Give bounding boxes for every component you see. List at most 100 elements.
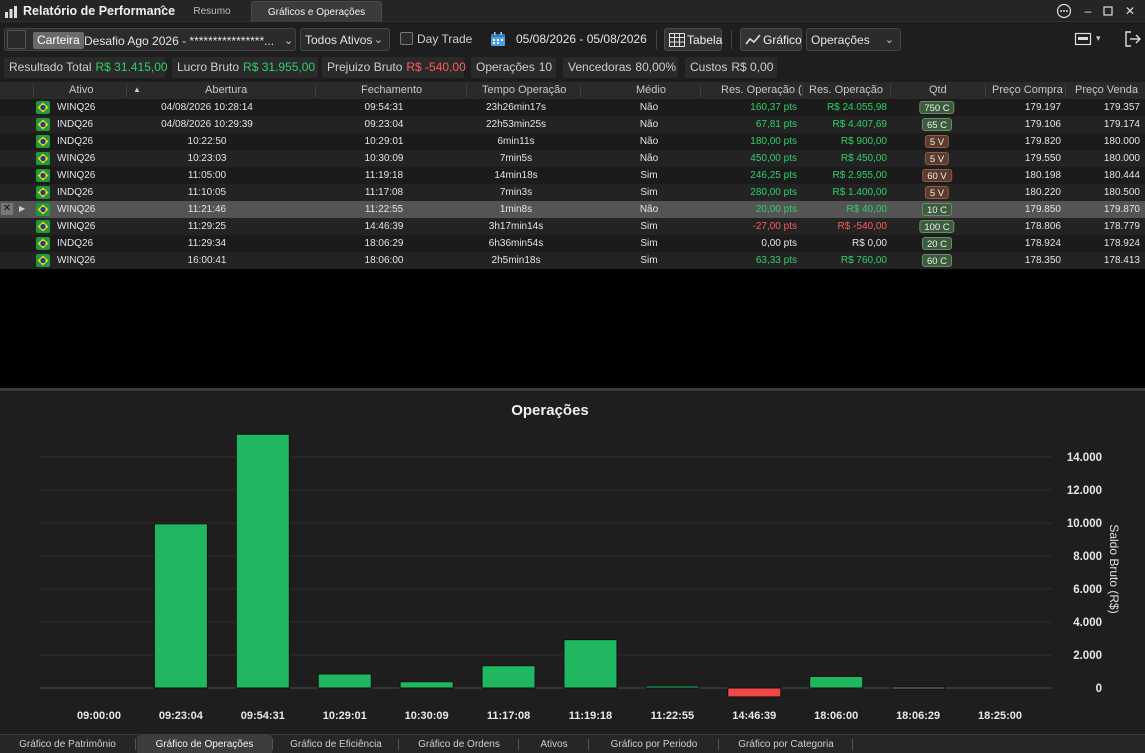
cell-preco-compra: 179.820 [1024,136,1061,147]
brazil-flag-icon [36,169,50,182]
cell-abertura: 16:00:41 [187,255,227,266]
calendar-icon[interactable] [490,31,506,47]
chart-bar[interactable] [399,681,454,689]
grafico-button[interactable]: Gráfico [740,28,802,51]
column-header-tempo[interactable]: Tempo Operação [482,84,566,96]
column-header-medio[interactable]: Médio [636,84,666,96]
stat-value: 80,00% [635,60,677,74]
cell-abertura: 11:10:05 [187,187,227,198]
close-icon[interactable]: ✕ [1122,3,1138,19]
cell-preco-venda: 178.779 [1103,221,1140,232]
carteira-select[interactable]: Carteira Desafio Ago 2026 - ************… [4,28,296,51]
cell-res-pts: 20,00 pts [755,204,797,215]
column-divider [700,84,701,97]
cell-ativo: WINQ26 [57,170,96,181]
tab-grafico-ordens[interactable]: Gráfico de Ordens [400,735,518,753]
cell-fechamento: 10:29:01 [364,136,404,147]
qtd-badge: 65 C [921,118,953,131]
chevron-up-icon[interactable]: ⌃ [158,3,168,17]
brazil-flag-icon [36,118,50,131]
chart-bar[interactable] [645,685,700,689]
chart-bar[interactable] [727,687,782,698]
table-row[interactable]: WINQ26 04/08/2026 10:28:14 09:54:31 23h26mi… [0,99,1145,116]
brazil-flag-icon [36,254,50,267]
cell-res-brl: R$ 0,00 [851,238,887,249]
column-header-ativo[interactable]: Ativo [69,84,93,96]
column-divider [126,84,127,97]
cell-res-brl: R$ 760,00 [840,255,887,266]
carteira-label: Carteira [33,32,84,49]
column-header-res-brl[interactable]: Res. Operação [809,84,883,96]
column-header-preco-compra[interactable]: Preço Compra [992,84,1063,96]
column-header-res-pts[interactable]: Res. Operação ( [721,84,802,96]
cell-res-pts: 0,00 pts [761,238,797,249]
cell-preco-compra: 179.106 [1024,119,1061,130]
cell-preco-venda: 180.444 [1103,170,1140,181]
chart-bar[interactable] [563,639,618,689]
daytrade-checkbox[interactable] [400,32,413,45]
cell-fechamento: 09:54:31 [364,102,404,113]
y-tick-label: 10.000 [1067,518,1102,530]
chart-bar[interactable] [481,665,536,689]
tab-grafico-periodo[interactable]: Gráfico por Periodo [590,735,718,753]
chart-bar[interactable] [235,433,290,689]
table-row[interactable]: ✕ ▶ WINQ26 11:21:46 11:22:55 1min8s Não 20,00 p… [0,201,1145,218]
export-icon[interactable] [1074,30,1092,48]
maximize-icon[interactable] [1100,3,1116,19]
table-row[interactable]: INDQ26 10:22:50 10:29:01 6min11s Não 180,00 p… [0,133,1145,150]
more-options-icon[interactable] [1056,3,1072,19]
tab-grafico-patrimonio[interactable]: Gráfico de Patrimônio [0,735,135,753]
table-row[interactable]: WINQ26 11:05:00 11:19:18 14min18s Sim 246,25 … [0,167,1145,184]
operacoes-select[interactable]: Operações ⌄ [806,28,901,51]
qtd-badge: 5 V [924,186,950,199]
tab-resumo[interactable]: Resumo [186,1,238,22]
cell-ativo: INDQ26 [57,119,94,130]
cell-medio: Sim [640,187,658,198]
y-tick-label: 6.000 [1073,584,1102,596]
daytrade-label: Day Trade [417,32,473,46]
cell-res-brl: R$ 1.400,00 [832,187,888,198]
column-header-fechamento[interactable]: Fechamento [361,84,422,96]
tab-graficos-operacoes[interactable]: Gráficos e Operações [251,1,382,22]
cell-medio: Não [639,102,659,113]
cell-fechamento: 14:46:39 [364,221,404,232]
date-range[interactable]: 05/08/2026 - 05/08/2026 [516,32,647,46]
ativos-select[interactable]: Todos Ativos ⌄ [300,28,390,51]
cell-res-pts: 450,00 pts [750,153,797,164]
table-row[interactable]: WINQ26 16:00:41 18:06:00 2h5min18s Sim 63,33 … [0,252,1145,269]
tab-grafico-eficiencia[interactable]: Gráfico de Eficiência [274,735,398,753]
table-row[interactable]: INDQ26 11:10:05 11:17:08 7min3s Sim 280,00 pt… [0,184,1145,201]
minimize-icon[interactable]: – [1080,3,1096,19]
cell-medio: Não [639,136,659,147]
table-row[interactable]: INDQ26 11:29:34 18:06:29 6h36min54s Sim 0,00 … [0,235,1145,252]
column-divider [580,84,581,97]
chevron-down-icon: ⌄ [373,34,383,46]
column-header-qtd[interactable]: Qtd [929,84,947,96]
tab-grafico-operacoes[interactable]: Gráfico de Operações [137,735,272,753]
tabela-button[interactable]: Tabela [664,28,722,51]
x-tick-label: 18:06:00 [814,710,858,722]
logout-icon[interactable] [1124,30,1142,48]
tab-ativos[interactable]: Ativos [520,735,588,753]
caret-down-icon[interactable]: ▾ [1096,33,1101,44]
chart-bar[interactable] [317,673,372,689]
chart-bar[interactable] [809,675,864,689]
table-row[interactable]: WINQ26 10:23:03 10:30:09 7min5s Não 450,00 pt… [0,150,1145,167]
x-tick-label: 10:29:01 [323,710,367,722]
remove-row-icon[interactable]: ✕ [1,203,13,215]
chart-bar[interactable] [891,686,946,690]
column-header-abertura[interactable]: Abertura [205,84,247,96]
table-row[interactable]: WINQ26 11:29:25 14:46:39 3h17min14s Sim -27,0… [0,218,1145,235]
y-tick-label: 2.000 [1073,650,1102,662]
carteira-checkbox[interactable] [7,30,26,49]
qtd-badge: 750 C [919,101,955,114]
column-header-preco-venda[interactable]: Preço Venda [1075,84,1138,96]
chart-bar[interactable] [153,523,208,689]
tab-grafico-categoria[interactable]: Gráfico por Categoria [720,735,852,753]
stat-lucro-bruto: Lucro Bruto R$ 31.955,00 [172,57,318,78]
column-divider [802,84,803,97]
chart-panel: Operações 0 2.000 4.000 6.000 8.000 10.000 12.… [0,391,1145,733]
toolbar-divider [656,30,657,49]
table-row[interactable]: INDQ26 04/08/2026 10:29:39 09:23:04 22h53mi… [0,116,1145,133]
cell-fechamento: 09:23:04 [364,119,404,130]
